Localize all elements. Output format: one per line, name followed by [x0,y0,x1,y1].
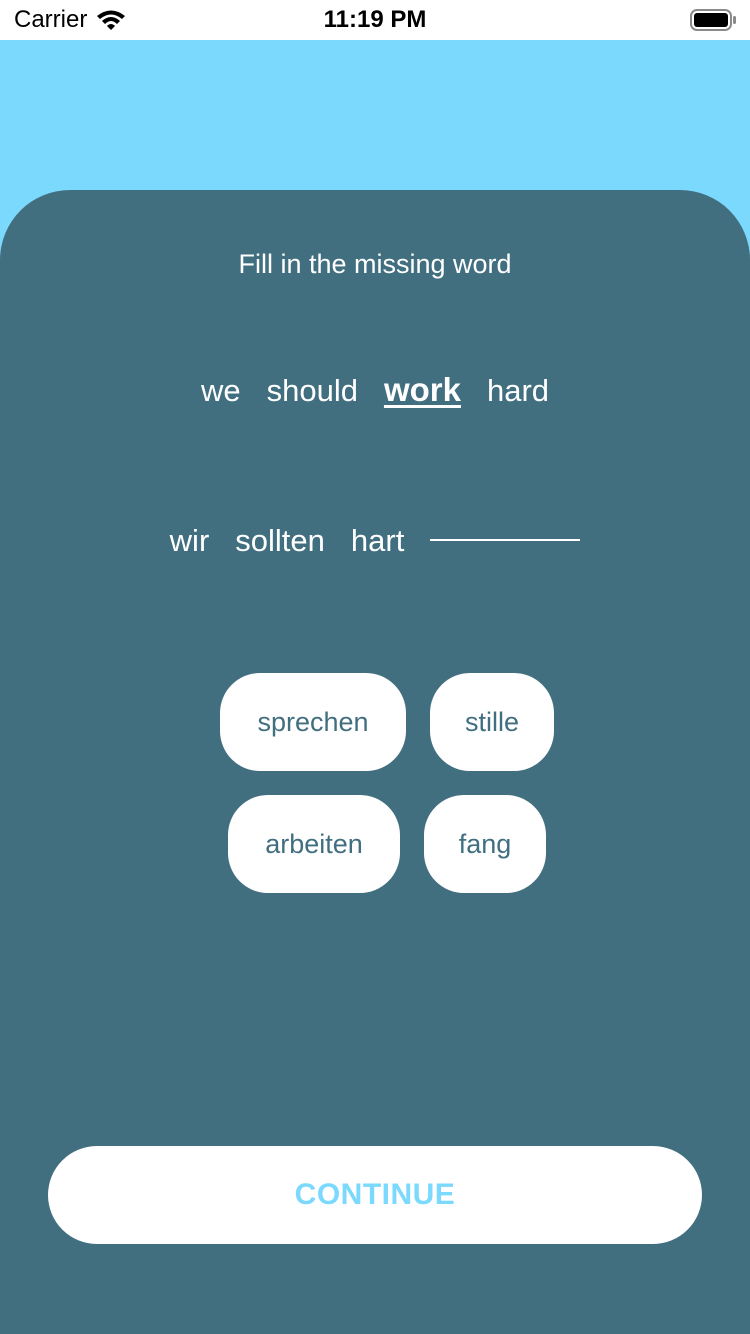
source-word: should [266,373,358,408]
choice-button-arbeiten[interactable]: arbeiten [228,795,400,893]
continue-button[interactable]: CONTINUE [48,1146,702,1244]
choice-button-fang[interactable]: fang [424,795,546,893]
target-word: hart [350,523,405,558]
highlighted-source-word: work [383,371,461,408]
source-sentence: we should work hard [0,370,750,411]
exercise-card: Fill in the missing word we should work … [0,190,750,1334]
target-word: sollten [235,523,325,558]
source-word: hard [486,373,550,408]
choice-button-sprechen[interactable]: sprechen [220,673,406,771]
battery-icon [690,8,738,32]
answer-blank[interactable] [430,511,581,541]
target-sentence: wir sollten hart [0,521,750,561]
source-word: we [200,373,241,408]
instruction-text: Fill in the missing word [238,249,512,279]
target-word: wir [169,523,210,558]
choice-button-stille[interactable]: stille [430,673,554,771]
status-bar: Carrier 11:19 PM [0,0,750,40]
status-time: 11:19 PM [323,6,427,33]
